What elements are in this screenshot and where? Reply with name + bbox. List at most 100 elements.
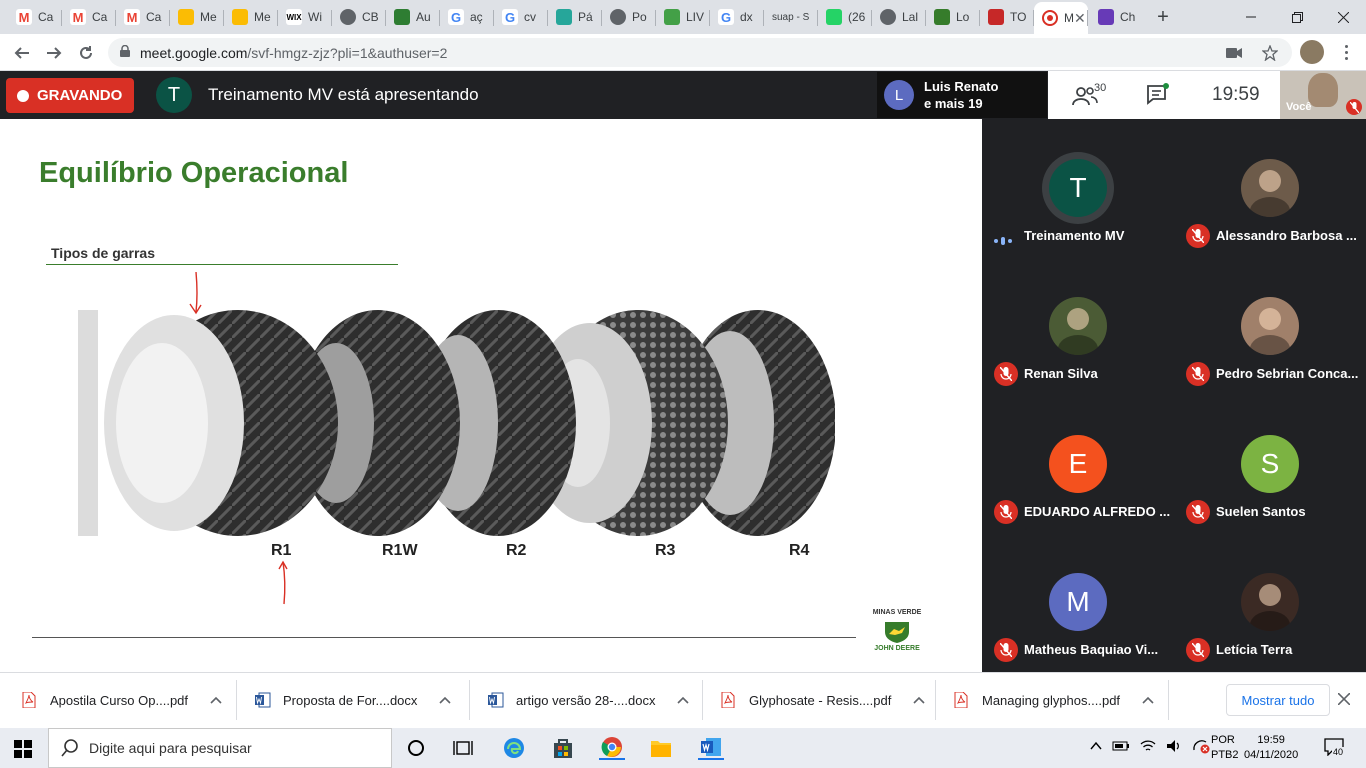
url-path: /svf-hmgz-zjz?pli=1&authuser=2 xyxy=(247,44,448,61)
browser-tab[interactable]: M Ca xyxy=(116,4,168,30)
browser-tab[interactable]: Me xyxy=(224,4,276,30)
participant-name: Renan Silva xyxy=(1024,366,1098,381)
arrow-right-icon xyxy=(47,47,62,59)
browser-tab[interactable]: Me xyxy=(170,4,222,30)
task-view-button[interactable] xyxy=(450,736,476,760)
word-file-icon xyxy=(255,692,271,708)
browser-tab[interactable]: M Ca xyxy=(8,4,60,30)
word-taskbar-button[interactable] xyxy=(698,736,724,760)
self-view: Você xyxy=(1280,71,1366,119)
gmail-icon: M xyxy=(124,9,140,25)
download-item[interactable]: Managing glyphos....pdf xyxy=(954,672,1154,728)
browser-tab[interactable]: WIX Wi xyxy=(278,4,330,30)
deere-icon xyxy=(934,9,950,25)
reload-button[interactable] xyxy=(72,40,100,66)
network-alert-icon[interactable] xyxy=(1192,738,1210,754)
chevron-up-icon[interactable] xyxy=(210,693,222,707)
volume-icon[interactable] xyxy=(1166,739,1182,753)
tire-label-r2: R2 xyxy=(506,542,527,559)
input-language-indicator[interactable]: POR PTB2 xyxy=(1211,733,1239,763)
globe-icon xyxy=(340,9,356,25)
browser-tab[interactable]: Gdx xyxy=(710,4,762,30)
profile-avatar[interactable] xyxy=(1300,40,1324,64)
close-window-button[interactable] xyxy=(1320,0,1366,34)
battery-icon[interactable] xyxy=(1112,740,1130,752)
chrome-taskbar-button[interactable] xyxy=(599,736,625,760)
browser-tab[interactable]: Lo xyxy=(926,4,978,30)
taskbar-search-box[interactable]: Digite aqui para pesquisar xyxy=(48,728,392,768)
browser-tab[interactable]: LIV xyxy=(656,4,708,30)
participant-photo xyxy=(1241,297,1299,355)
start-button[interactable] xyxy=(14,740,32,763)
edge-icon xyxy=(504,738,524,758)
browser-tab[interactable]: CB xyxy=(332,4,384,30)
taskbar-clock[interactable]: 19:59 04/11/2020 xyxy=(1244,733,1298,763)
cortana-icon xyxy=(408,740,424,756)
close-tab-icon[interactable]: ✕ xyxy=(1074,10,1086,27)
lock-icon xyxy=(120,44,130,60)
chevron-up-icon[interactable] xyxy=(677,693,690,707)
browser-tab[interactable]: suap - S xyxy=(764,4,816,30)
mic-off-icon xyxy=(994,362,1018,386)
close-downloads-button[interactable] xyxy=(1337,689,1351,710)
cortana-button[interactable] xyxy=(403,736,429,760)
restore-button[interactable] xyxy=(1274,0,1320,34)
wifi-icon[interactable] xyxy=(1140,739,1156,753)
tab-label: (26 xyxy=(848,10,866,24)
browser-tab[interactable]: Ch xyxy=(1090,4,1142,30)
browser-menu-button[interactable] xyxy=(1336,42,1356,62)
notifications-button[interactable]: 40 xyxy=(1324,738,1350,760)
tab-label: Me xyxy=(254,10,271,24)
browser-tab[interactable]: Po xyxy=(602,4,654,30)
minimize-icon xyxy=(1246,16,1256,18)
reload-icon xyxy=(80,46,92,59)
people-button[interactable]: 30 xyxy=(1072,82,1116,109)
participant-avatar: M xyxy=(1049,573,1107,631)
browser-tab[interactable]: Gaç xyxy=(440,4,492,30)
download-item[interactable]: Apostila Curso Op....pdf xyxy=(22,672,222,728)
tab-label: Ca xyxy=(146,10,162,24)
chevron-up-icon[interactable] xyxy=(913,693,925,707)
edge-taskbar-button[interactable] xyxy=(501,736,527,760)
subtitle-underline xyxy=(46,264,398,265)
new-tab-button[interactable]: + xyxy=(1148,3,1178,31)
active-speaker-box[interactable]: L Luis Renato e mais 19 xyxy=(877,72,1047,118)
chevron-up-icon[interactable] xyxy=(439,693,451,707)
browser-tab[interactable]: Pá xyxy=(548,4,600,30)
chevron-up-icon[interactable] xyxy=(1142,693,1154,707)
show-all-downloads-button[interactable]: Mostrar tudo xyxy=(1226,684,1330,716)
camera-icon[interactable] xyxy=(1226,47,1242,59)
forward-button[interactable] xyxy=(40,40,68,66)
browser-tab[interactable]: (26 xyxy=(818,4,870,30)
chat-button[interactable] xyxy=(1146,83,1172,109)
browser-tab[interactable]: Gcv xyxy=(494,4,546,30)
minimize-button[interactable] xyxy=(1228,0,1274,34)
participant-name: Alessandro Barbosa ... xyxy=(1216,228,1357,243)
tab-label: M xyxy=(1064,11,1074,25)
record-dot-icon xyxy=(17,89,29,102)
flag-icon xyxy=(394,9,410,25)
file-explorer-taskbar-button[interactable] xyxy=(648,736,674,760)
browser-tab[interactable]: Lal xyxy=(872,4,924,30)
language-code: POR xyxy=(1211,734,1235,746)
download-item[interactable]: artigo versão 28-....docx xyxy=(488,672,690,728)
download-item[interactable]: Glyphosate - Resis....pdf xyxy=(721,672,925,728)
back-button[interactable] xyxy=(8,40,36,66)
google-icon: G xyxy=(718,9,734,25)
chevron-up-icon[interactable] xyxy=(1090,740,1102,752)
address-bar[interactable]: meet.google.com/svf-hmgz-zjz?pli=1&authu… xyxy=(108,38,1292,67)
tab-label: Lal xyxy=(902,10,919,24)
drive-icon xyxy=(178,9,194,25)
browser-tab[interactable]: Au xyxy=(386,4,438,30)
download-item[interactable]: Proposta de For....docx xyxy=(255,672,451,728)
browser-tab[interactable]: M ✕ xyxy=(1034,2,1088,34)
system-tray xyxy=(1090,738,1210,754)
search-placeholder: Digite aqui para pesquisar xyxy=(89,740,252,756)
store-taskbar-button[interactable] xyxy=(550,736,576,760)
browser-tab[interactable]: TO xyxy=(980,4,1032,30)
browser-tab[interactable]: M Ca xyxy=(62,4,114,30)
bookmark-star-icon[interactable] xyxy=(1262,44,1278,61)
mic-off-icon xyxy=(1186,362,1210,386)
close-icon xyxy=(1337,11,1349,23)
slide-title: Equilíbrio Operacional xyxy=(39,157,349,189)
